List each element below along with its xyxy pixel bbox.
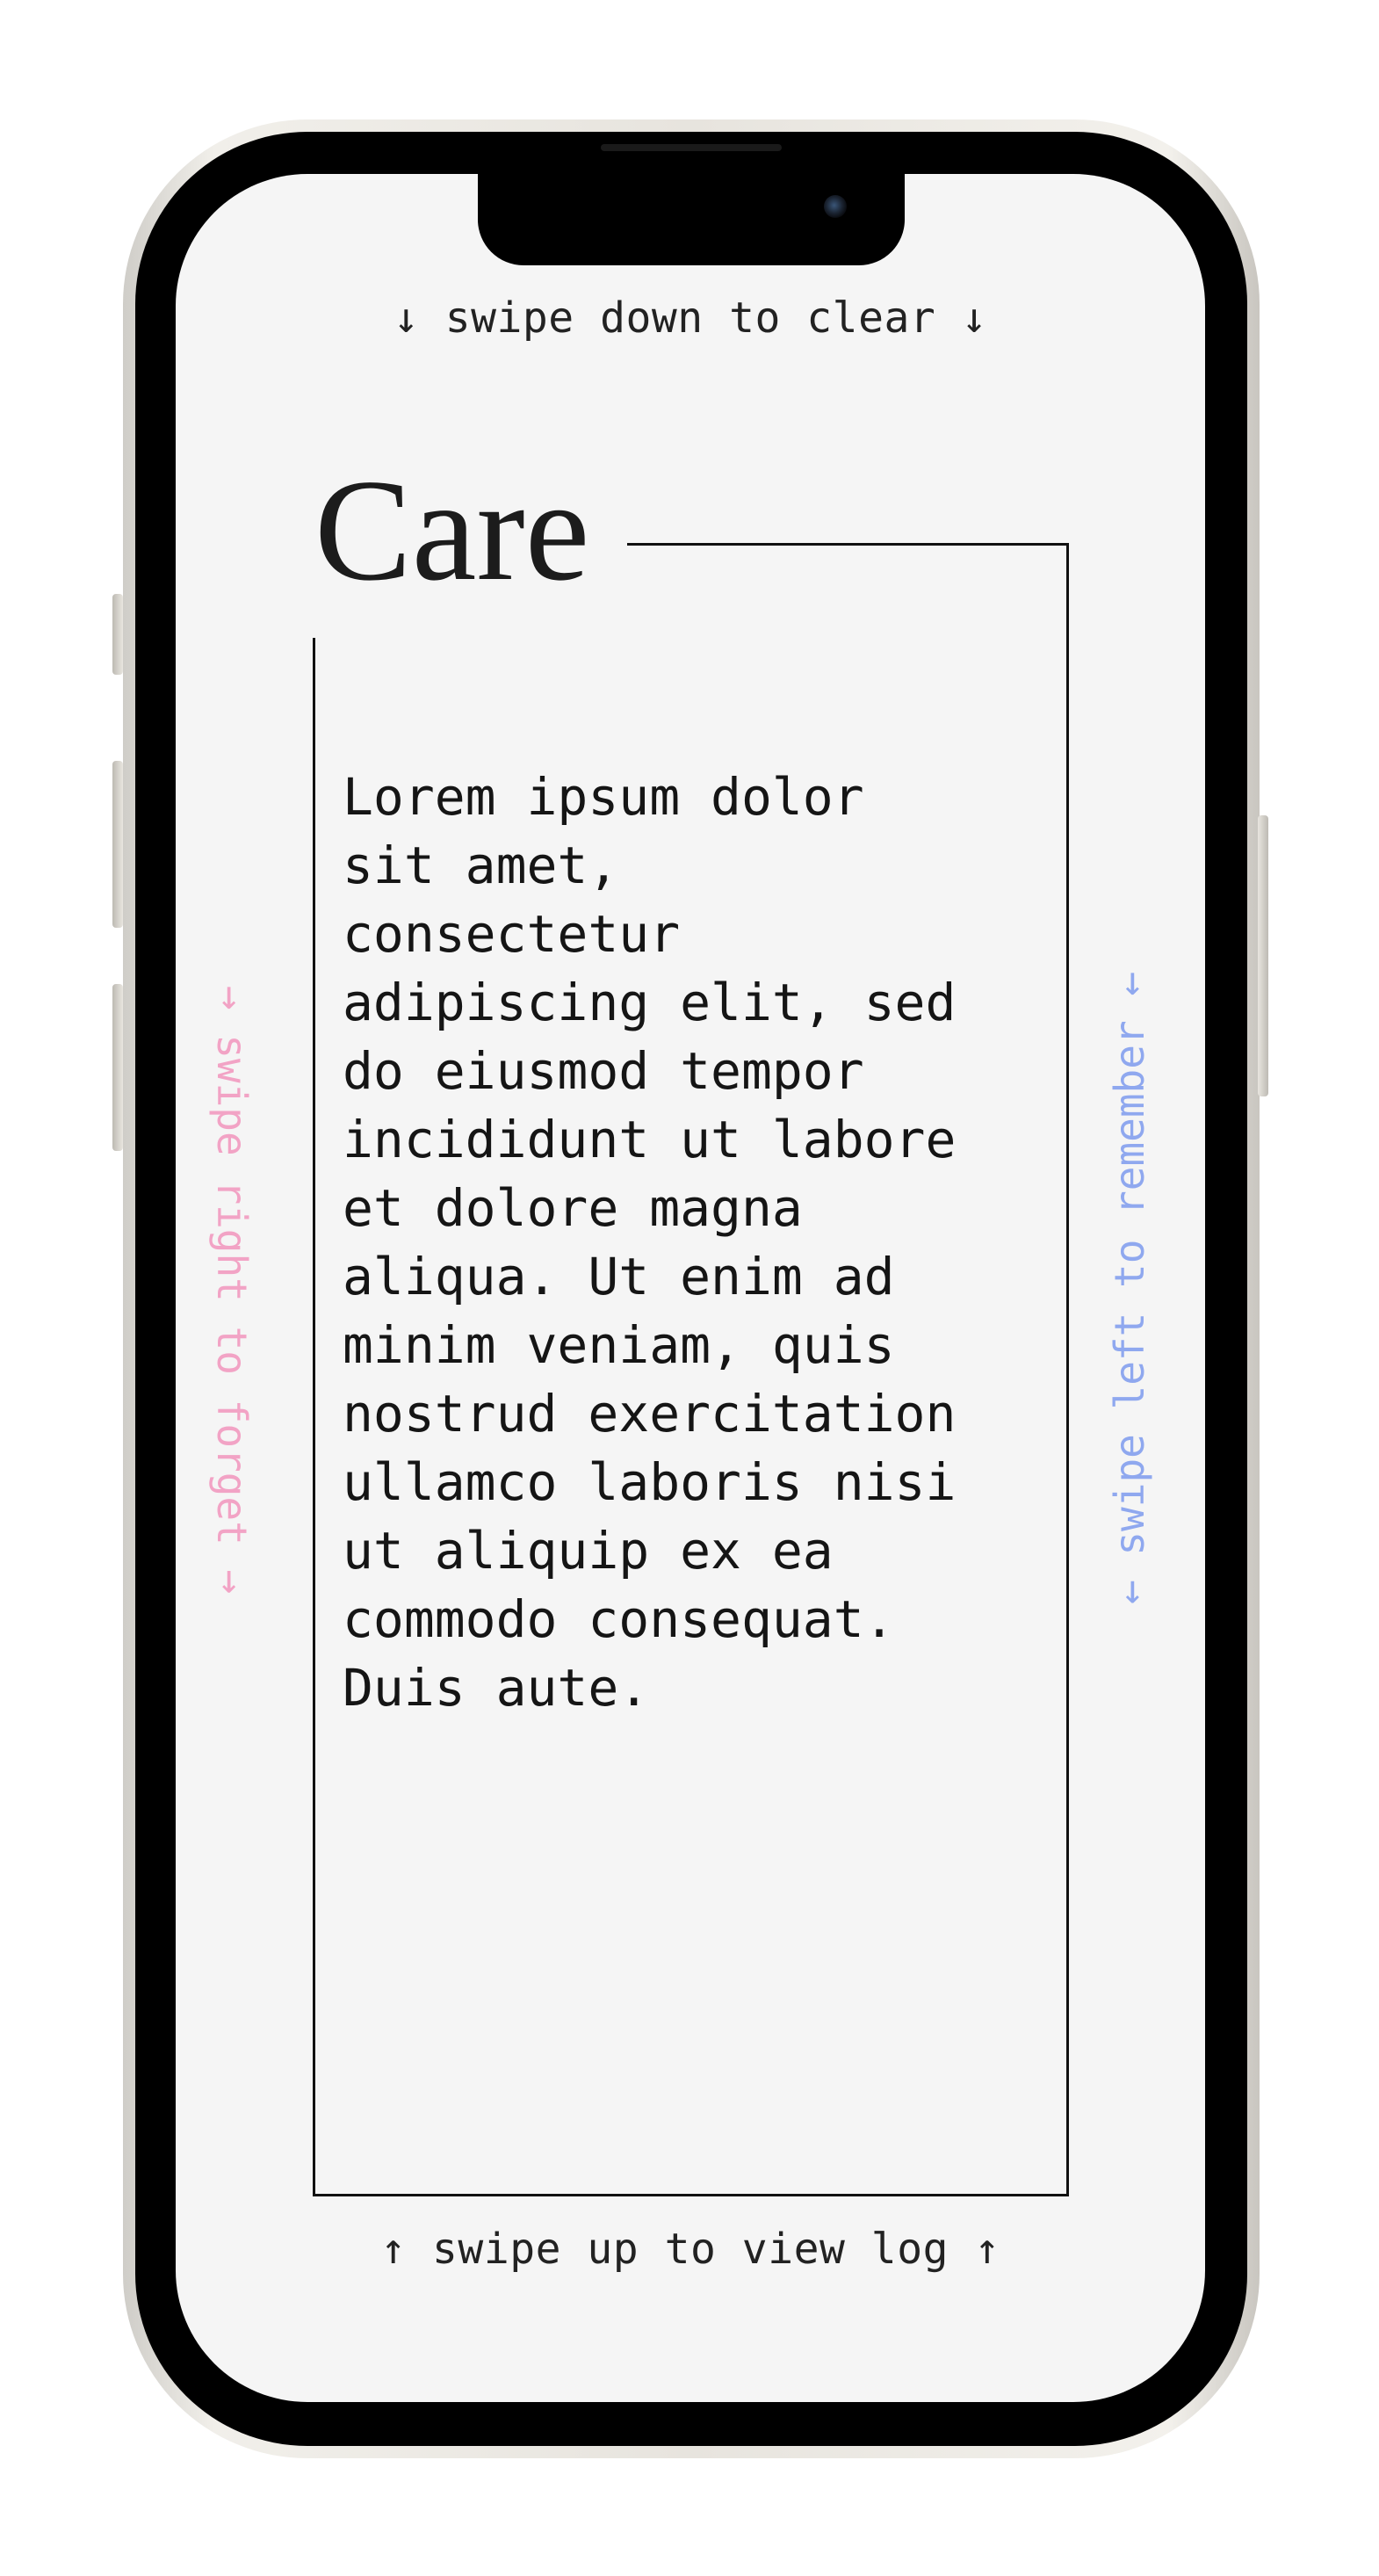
- swipe-down-hint: ↓ swipe down to clear ↓: [393, 293, 988, 343]
- volume-down-button: [112, 984, 123, 1151]
- front-camera-icon: [824, 195, 847, 218]
- swipe-right-hint-label: → swipe right to forget →: [208, 985, 256, 1595]
- swipe-up-hint: ↑ swipe up to view log ↑: [380, 2225, 1000, 2274]
- swipe-left-hint-label: ← swipe left to remember ←: [1106, 971, 1153, 1605]
- app-screen[interactable]: ↓ swipe down to clear ↓ → swipe right to…: [176, 174, 1205, 2402]
- card-body-text[interactable]: Lorem ipsum dolor sit amet, consectetur …: [343, 763, 1063, 1722]
- earpiece-speaker: [601, 144, 782, 151]
- card-border-bottom: [313, 2194, 1069, 2196]
- card-border-right: [1066, 543, 1069, 2196]
- volume-up-button: [112, 761, 123, 928]
- silent-switch: [112, 594, 123, 675]
- notch: [478, 174, 905, 265]
- power-button: [1258, 815, 1268, 1096]
- card-title: Care: [314, 449, 590, 611]
- card-border-left: [313, 638, 315, 2196]
- card-border-top: [627, 543, 1068, 546]
